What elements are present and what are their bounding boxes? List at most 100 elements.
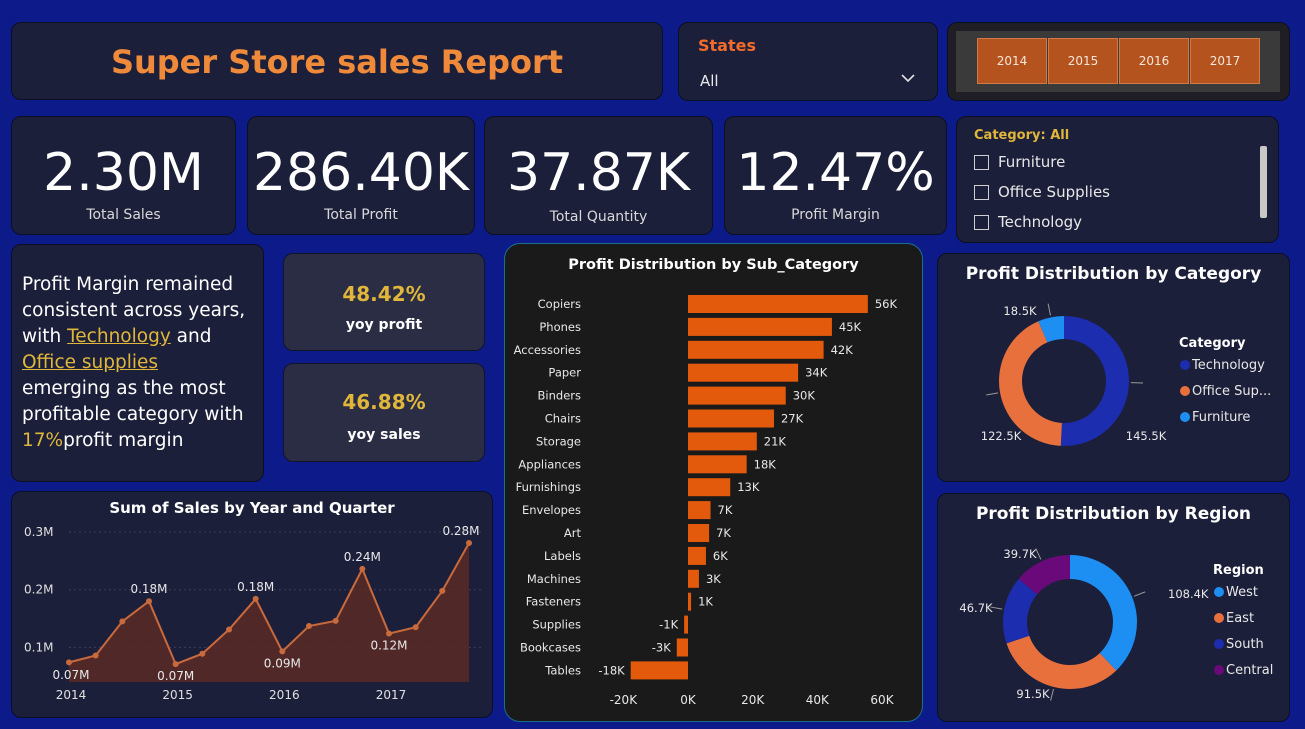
kpi-value: 12.47% xyxy=(736,143,935,203)
leader-line xyxy=(1047,303,1051,316)
data-point xyxy=(332,617,339,624)
category-label: Fasteners xyxy=(526,595,581,609)
x-tick-label: 20K xyxy=(741,693,765,707)
y-tick-label: 0.1M xyxy=(24,640,53,654)
kpi-total-profit: 286.40K Total Profit xyxy=(247,116,475,235)
subcategory-profit-card: Profit Distribution by Sub_Category Copi… xyxy=(504,243,923,722)
data-point xyxy=(119,618,126,625)
leader-line xyxy=(1035,548,1042,560)
year-slicer: 2014 2015 2016 2017 xyxy=(947,22,1290,101)
year-button-2016[interactable]: 2016 xyxy=(1119,38,1189,84)
data-point xyxy=(279,648,286,655)
category-profit-card: Profit Distribution by Category 145.5K 12… xyxy=(937,253,1290,482)
data-label: 7K xyxy=(716,526,731,540)
year-button-2017[interactable]: 2017 xyxy=(1190,38,1260,84)
legend-label: South xyxy=(1226,637,1264,652)
bar xyxy=(688,501,711,520)
insight-highlight: 17% xyxy=(22,430,64,451)
bar xyxy=(688,524,710,542)
category-label: Envelopes xyxy=(522,503,581,517)
x-tick-label: 2015 xyxy=(162,688,193,702)
data-label: 39.7K xyxy=(1003,547,1037,561)
legend-title: Region xyxy=(1213,563,1264,578)
states-filter-value[interactable]: All xyxy=(700,72,719,90)
yoy-profit-card: 48.42% yoy profit xyxy=(283,253,485,351)
donut-slice xyxy=(1006,635,1117,689)
data-label: 0.24M xyxy=(344,550,381,564)
data-point xyxy=(226,626,232,633)
category-option-label: Office Supplies xyxy=(998,183,1111,201)
yoy-profit-value: 48.42% xyxy=(342,282,426,306)
category-filter: Category: All Furniture Office Supplies … xyxy=(956,116,1279,243)
category-option-technology[interactable]: Technology xyxy=(974,213,1082,231)
year-button-2014[interactable]: 2014 xyxy=(977,38,1047,84)
category-label: Binders xyxy=(538,389,581,403)
kpi-total-sales: 2.30M Total Sales xyxy=(11,116,236,235)
category-filter-title: Category: All xyxy=(974,128,1070,143)
kpi-value: 286.40K xyxy=(252,143,470,203)
bar xyxy=(688,386,786,405)
bar xyxy=(688,295,868,313)
data-label: 3K xyxy=(706,572,721,586)
category-option-office-supplies[interactable]: Office Supplies xyxy=(974,183,1110,201)
x-tick-label: 0K xyxy=(680,693,697,707)
bar xyxy=(688,409,774,428)
data-label: 0.18M xyxy=(237,580,274,594)
x-tick-label: 60K xyxy=(870,693,894,707)
bar xyxy=(688,592,692,611)
x-tick-label: -20K xyxy=(610,693,639,707)
bar xyxy=(688,432,757,451)
data-label: 0.28M xyxy=(442,524,479,538)
chevron-down-icon[interactable] xyxy=(901,71,915,85)
data-point xyxy=(306,623,312,630)
bar xyxy=(688,546,706,565)
category-label: Accessories xyxy=(514,343,581,357)
data-label: 30K xyxy=(793,389,816,403)
data-point xyxy=(252,595,259,602)
checkbox[interactable] xyxy=(974,154,989,170)
data-point xyxy=(172,661,179,668)
legend-label: Furniture xyxy=(1192,410,1250,425)
kpi-profit-margin: 12.47% Profit Margin xyxy=(724,116,947,235)
bar xyxy=(688,455,747,474)
kpi-value: 37.87K xyxy=(507,143,690,203)
yoy-profit-label: yoy profit xyxy=(345,317,423,333)
category-label: Machines xyxy=(527,572,581,586)
sales-area-chart: 0.1M 0.2M 0.3M 0.07M 0.18M 0.07M 0.18M 0.09M 0.2… xyxy=(24,524,481,702)
scrollbar-thumb[interactable] xyxy=(1260,146,1267,218)
category-option-furniture[interactable]: Furniture xyxy=(974,153,1065,171)
legend-marker xyxy=(1180,386,1190,396)
yoy-sales-label: yoy sales xyxy=(347,427,421,443)
kpi-label: Total Profit xyxy=(324,207,398,223)
category-donut-chart: 145.5K 122.5K 18.5K Category Technology Offic… xyxy=(981,303,1271,446)
data-point xyxy=(146,598,152,605)
data-label: 122.5K xyxy=(981,429,1022,443)
category-label: Furnishings xyxy=(516,480,581,494)
yoy-sales-card: 46.88% yoy sales xyxy=(283,363,485,462)
data-point xyxy=(386,630,392,637)
x-tick-label: 2017 xyxy=(376,688,407,702)
data-point xyxy=(466,539,472,546)
states-filter[interactable]: States All xyxy=(678,22,938,101)
checkbox[interactable] xyxy=(974,184,989,200)
kpi-label: Profit Margin xyxy=(791,207,880,223)
data-label: 56K xyxy=(875,297,898,311)
bar xyxy=(688,340,824,359)
data-label: 0.18M xyxy=(130,582,167,596)
category-option-label: Furniture xyxy=(998,153,1066,171)
category-label: Supplies xyxy=(532,618,581,632)
year-button-2015[interactable]: 2015 xyxy=(1048,38,1118,84)
data-label: 1K xyxy=(698,595,713,609)
x-tick-label: 40K xyxy=(806,693,830,707)
checkbox[interactable] xyxy=(974,214,989,230)
legend-label: East xyxy=(1226,611,1254,626)
year-slicer-bar: 2014 2015 2016 2017 xyxy=(956,31,1280,92)
category-label: Bookcases xyxy=(520,641,581,655)
leader-line xyxy=(986,392,999,396)
data-label: 46.7K xyxy=(959,601,993,615)
insight-card: Profit Margin remained consistent across… xyxy=(11,244,264,482)
kpi-label: Total Quantity xyxy=(549,209,648,225)
legend-marker xyxy=(1180,360,1190,370)
data-label: -3K xyxy=(652,641,671,655)
data-point xyxy=(359,565,366,572)
